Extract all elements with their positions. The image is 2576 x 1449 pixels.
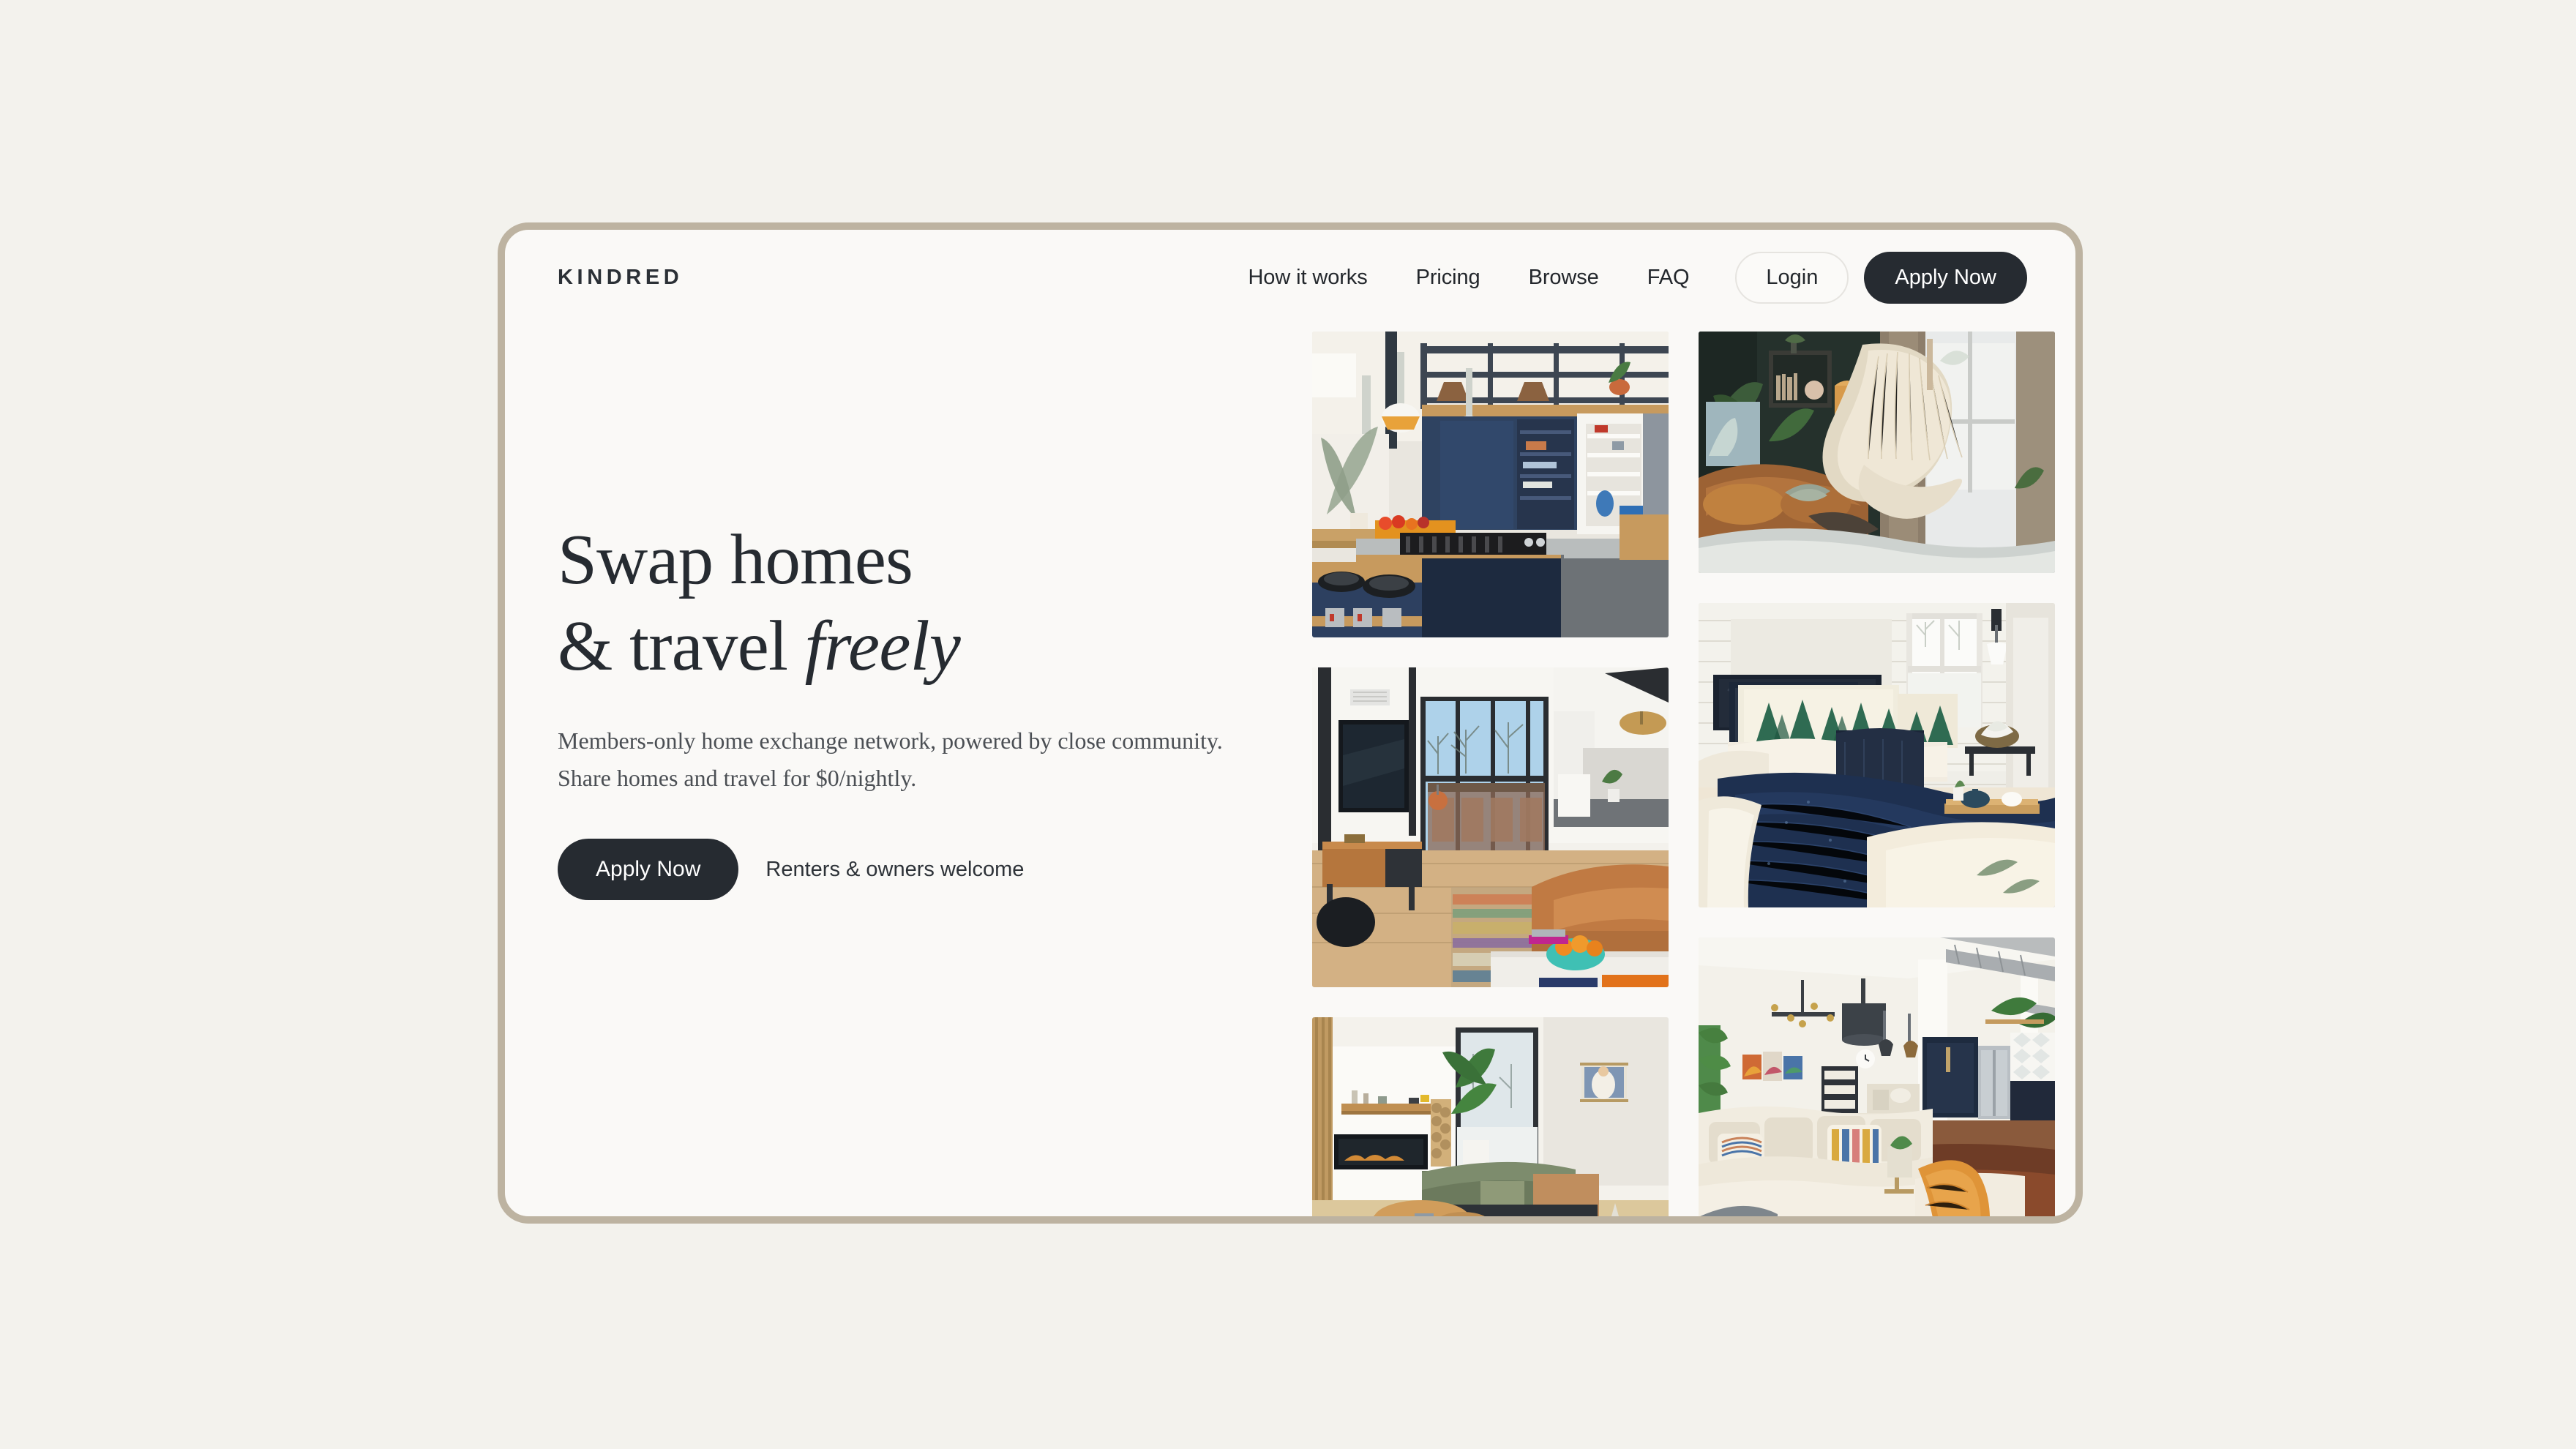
site-header: KINDRED How it works Pricing Browse FAQ … xyxy=(505,230,2075,325)
main-navigation: How it works Pricing Browse FAQ Login Ap… xyxy=(1224,251,2027,304)
browser-frame: KINDRED How it works Pricing Browse FAQ … xyxy=(498,222,2083,1224)
nav-item-how-it-works[interactable]: How it works xyxy=(1224,266,1391,290)
headline-line-2-italic: freely xyxy=(804,607,961,686)
headline-line-1: Swap homes xyxy=(558,520,913,599)
cta-note-text: Renters & owners welcome xyxy=(765,857,1025,881)
hero-subheadline: Members-only home exchange network, powe… xyxy=(558,722,1231,798)
apply-now-nav-button[interactable]: Apply Now xyxy=(1864,251,2027,304)
nav-item-pricing[interactable]: Pricing xyxy=(1392,266,1505,290)
photo-cabin-bedroom-navy-quilt[interactable] xyxy=(1699,603,2055,907)
photo-hammock-chair-reading-nook[interactable] xyxy=(1699,332,2055,573)
hero-cta-row: Apply Now Renters & owners welcome xyxy=(558,839,1260,901)
photo-loft-kitchen-navy-cabinets[interactable] xyxy=(1312,332,1669,637)
photo-industrial-loft-sectional[interactable] xyxy=(1699,937,2055,1216)
hero-content: Swap homes & travel freely Members-only … xyxy=(558,230,1260,1216)
brand-logo[interactable]: KINDRED xyxy=(558,266,683,290)
headline-line-2-plain: & travel xyxy=(558,607,805,686)
nav-item-browse[interactable]: Browse xyxy=(1505,266,1623,290)
photo-double-height-loft-living-room[interactable] xyxy=(1312,667,1669,987)
hero-photo-grid xyxy=(1312,332,2075,1216)
login-button[interactable]: Login xyxy=(1735,251,1849,304)
photo-column-left xyxy=(1312,332,1669,1216)
photo-column-right xyxy=(1699,332,2055,1216)
subhead-line-2: Share homes and travel for $0/nightly. xyxy=(558,765,917,792)
apply-now-hero-button[interactable]: Apply Now xyxy=(558,839,739,901)
nav-item-faq[interactable]: FAQ xyxy=(1623,266,1714,290)
photo-mountain-modern-fireplace-living-room[interactable] xyxy=(1312,1017,1669,1216)
subhead-line-1: Members-only home exchange network, powe… xyxy=(558,727,1223,754)
hero-headline: Swap homes & travel freely xyxy=(558,517,1260,690)
